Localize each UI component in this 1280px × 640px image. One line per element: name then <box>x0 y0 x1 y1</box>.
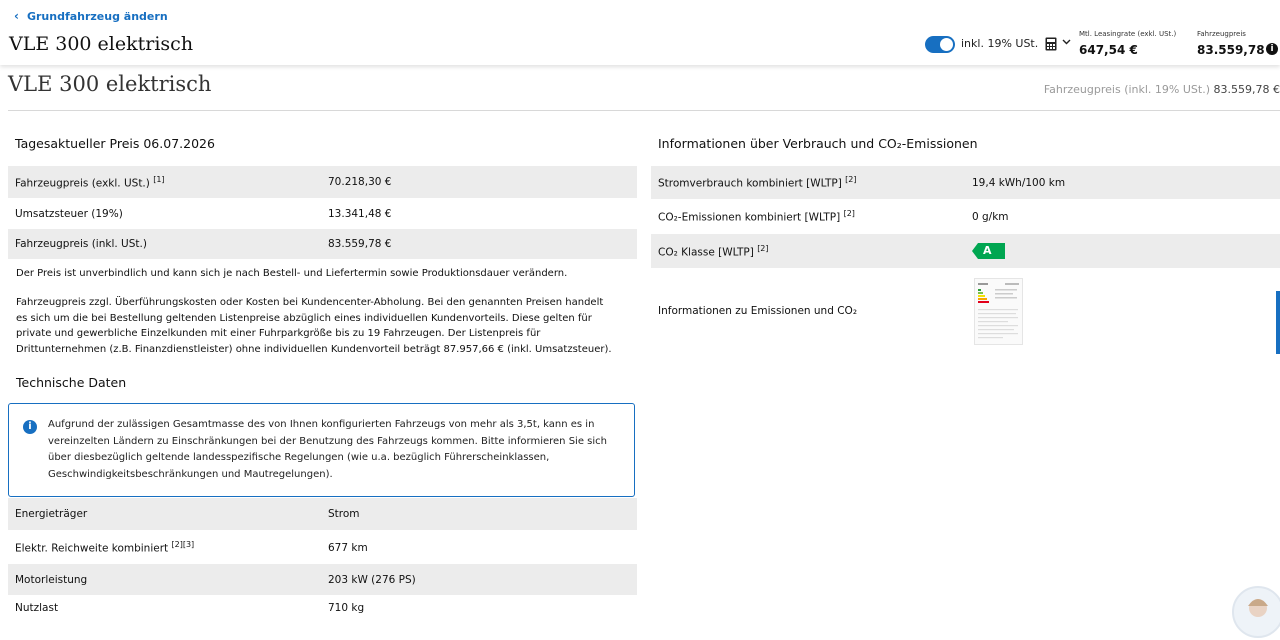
emissions-info-label: Informationen zu Emissionen und CO₂ <box>658 305 858 317</box>
row-label: Motorleistung <box>15 573 88 586</box>
divider <box>8 110 1280 111</box>
price-section-heading: Tagesaktueller Preis 06.07.2026 <box>15 136 215 151</box>
notice-text: Aufgrund der zulässigen Gesamtmasse des … <box>48 419 607 480</box>
emissions-info-row: Informationen zu Emissionen und CO₂ <box>651 296 951 326</box>
row-label: Energieträger <box>15 508 88 520</box>
table-row: Elektr. Reichweite kombiniert [2][3] 677… <box>8 531 637 564</box>
scroll-indicator[interactable] <box>1276 291 1280 354</box>
sub-price-label: Fahrzeugpreis (inkl. 19% USt.) <box>1043 83 1211 96</box>
row-value: 19,4 kWh/100 km <box>972 176 1066 189</box>
vehicle-price-value: 83.559,78 € <box>1197 43 1278 57</box>
emissions-document-thumbnail[interactable] <box>974 278 1023 345</box>
price-disclaimer: Fahrzeugpreis zzgl. Überführungskosten o… <box>16 297 612 355</box>
energy-class-letter: A <box>983 244 992 257</box>
info-circle-icon: i <box>23 420 37 434</box>
row-label: Fahrzeugpreis (inkl. USt.) <box>15 238 147 250</box>
row-label: CO₂ Klasse [WLTP] [2] <box>658 243 769 259</box>
row-value: Strom <box>328 508 360 520</box>
table-row: Motorleistung 203 kW (276 PS) <box>8 564 637 595</box>
row-label: Elektr. Reichweite kombiniert [2][3] <box>15 540 195 555</box>
header-title: VLE 300 elektrisch <box>9 33 194 55</box>
row-label: Stromverbrauch kombiniert [WLTP] [2] <box>658 175 857 190</box>
sub-price-value: 83.559,78 € <box>1213 83 1280 96</box>
table-row: Fahrzeugpreis (inkl. USt.) 83.559,78 € <box>8 229 637 259</box>
row-value: 0 g/km <box>972 210 1009 223</box>
table-row: Stromverbrauch kombiniert [WLTP] [2] 19,… <box>651 166 1280 199</box>
vat-toggle-label: inkl. 19% USt. <box>961 37 1039 50</box>
row-label: Umsatzsteuer (19%) <box>15 208 123 220</box>
table-row: Energieträger Strom <box>8 498 637 530</box>
vehicle-price-label: Fahrzeugpreis <box>1197 30 1246 38</box>
lease-rate-label: Mtl. Leasingrate (exkl. USt.) <box>1079 30 1177 38</box>
row-label: Fahrzeugpreis (exkl. USt.) [1] <box>15 174 165 190</box>
back-link-label: Grundfahrzeug ändern <box>26 9 168 23</box>
emissions-section-heading: Informationen über Verbrauch und CO₂-Emi… <box>658 136 978 151</box>
table-row: CO₂-Emissionen kombiniert [WLTP] [2] 0 g… <box>651 200 1280 233</box>
table-row: Nutzlast 710 kg <box>8 596 637 613</box>
info-icon[interactable]: i <box>1266 43 1278 55</box>
toggle-knob <box>940 38 953 51</box>
chevron-left-icon: ‹ <box>14 9 19 23</box>
tech-section-heading: Technische Daten <box>16 375 127 390</box>
page-title: VLE 300 elektrisch <box>8 72 212 96</box>
row-label: CO₂-Emissionen kombiniert [WLTP] [2] <box>658 209 855 224</box>
row-value: 710 kg <box>328 602 365 613</box>
row-value: 677 km <box>328 541 368 554</box>
row-value: 13.341,48 € <box>328 208 392 220</box>
chevron-down-icon[interactable] <box>1062 37 1071 48</box>
sub-price: Fahrzeugpreis (inkl. 19% USt.) 83.559,78… <box>1044 83 1280 96</box>
price-note: Der Preis ist unverbindlich und kann sic… <box>16 268 568 279</box>
row-value: 83.559,78 € <box>328 238 392 250</box>
info-notice: i Aufgrund der zulässigen Gesamtmasse de… <box>8 403 635 497</box>
top-header: ‹ Grundfahrzeug ändern VLE 300 elektrisc… <box>0 0 1280 65</box>
vat-toggle[interactable] <box>925 36 955 53</box>
table-row: CO₂ Klasse [WLTP] [2] <box>651 234 1280 268</box>
table-row: Fahrzeugpreis (exkl. USt.) [1] 70.218,30… <box>8 166 637 198</box>
back-link[interactable]: ‹ Grundfahrzeug ändern <box>14 9 168 23</box>
lease-rate-value: 647,54 € <box>1079 43 1138 57</box>
row-label: Nutzlast <box>15 602 59 613</box>
chat-assistant-avatar[interactable] <box>1232 586 1280 638</box>
table-row: Umsatzsteuer (19%) 13.341,48 € <box>8 198 637 230</box>
calculator-icon[interactable] <box>1045 37 1057 55</box>
row-value: 203 kW (276 PS) <box>328 573 416 586</box>
row-value: 70.218,30 € <box>328 176 392 188</box>
